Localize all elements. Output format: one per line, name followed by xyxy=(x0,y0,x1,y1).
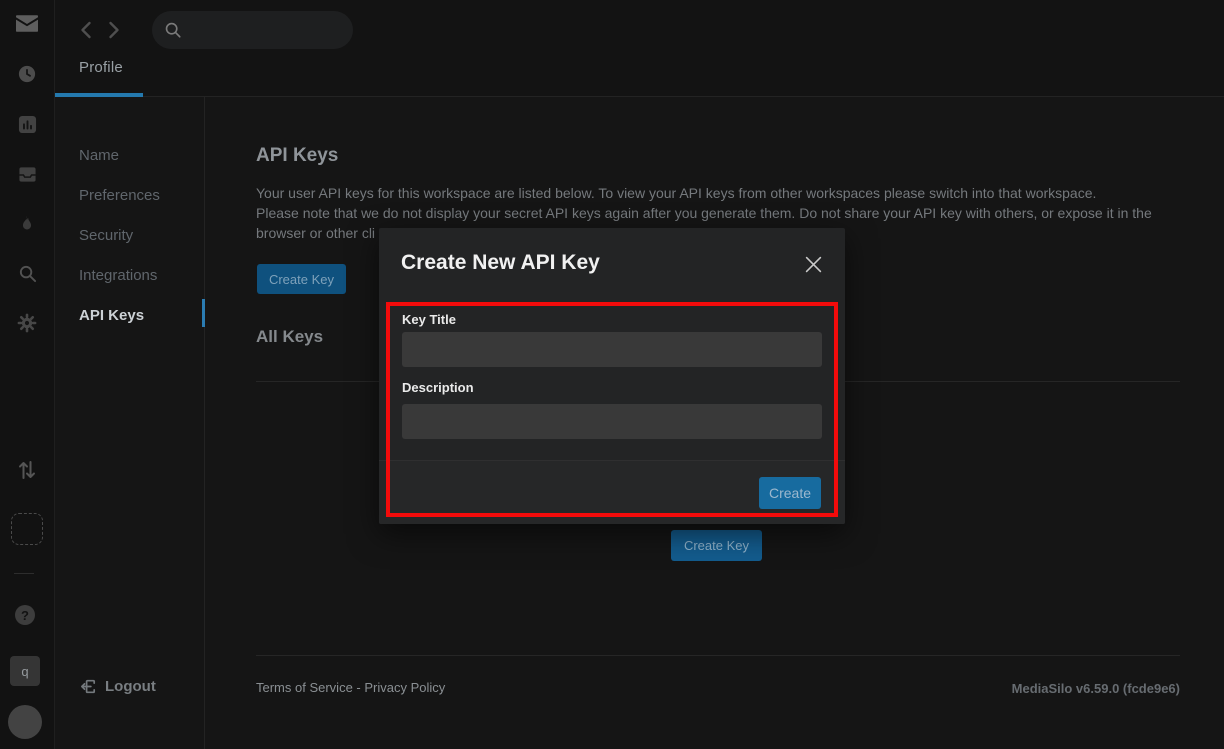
modal-close-button[interactable] xyxy=(803,254,823,274)
gear-icon xyxy=(17,313,37,333)
left-rail: ? q xyxy=(0,0,55,749)
logout-button[interactable]: Logout xyxy=(79,677,156,696)
sidebar-item-api-keys[interactable]: API Keys xyxy=(79,307,144,324)
app-version: MediaSilo v6.59.0 (fcde9e6) xyxy=(1012,681,1180,696)
rail-settings-button[interactable] xyxy=(0,307,54,339)
logout-icon xyxy=(79,677,98,696)
clock-icon xyxy=(18,65,36,83)
bar-chart-icon xyxy=(18,115,37,134)
modal-footer: Create xyxy=(379,460,845,524)
shortcut-q-button[interactable]: q xyxy=(10,656,40,686)
rail-mail-button[interactable] xyxy=(0,8,54,38)
search-bar xyxy=(152,11,353,49)
search-icon xyxy=(164,21,182,39)
rail-recent-button[interactable] xyxy=(0,59,54,89)
shortcut-key-label: q xyxy=(21,664,28,679)
rail-projects-button[interactable] xyxy=(0,159,54,189)
active-item-indicator xyxy=(202,299,205,327)
description-label: Description xyxy=(402,380,474,395)
create-api-key-modal: Create New API Key Key Title Description… xyxy=(379,228,845,524)
all-keys-create-key-button[interactable]: Create Key xyxy=(671,530,762,561)
rail-analytics-button[interactable] xyxy=(0,109,54,139)
description-line-1: Your user API keys for this workspace ar… xyxy=(256,185,1096,201)
footer-separator: - xyxy=(353,680,365,695)
rail-activity-button[interactable] xyxy=(0,209,54,239)
footer-divider xyxy=(256,655,1180,656)
sidebar-item-security[interactable]: Security xyxy=(79,227,133,244)
tab-profile[interactable]: Profile xyxy=(79,59,123,76)
topbar: Profile xyxy=(55,0,1224,97)
page-title: API Keys xyxy=(256,145,338,167)
footer-links: Terms of Service - Privacy Policy xyxy=(256,680,445,695)
nav-back-button[interactable] xyxy=(76,19,96,41)
privacy-policy-link[interactable]: Privacy Policy xyxy=(364,680,445,695)
terms-of-service-link[interactable]: Terms of Service xyxy=(256,680,353,695)
key-title-input[interactable] xyxy=(402,332,822,367)
rail-drop-target[interactable] xyxy=(11,513,43,545)
search-input[interactable] xyxy=(190,21,340,39)
chevron-left-icon xyxy=(80,21,92,39)
rail-search-button[interactable] xyxy=(0,258,54,288)
close-icon xyxy=(805,256,822,273)
user-avatar[interactable] xyxy=(8,705,42,739)
inbox-icon xyxy=(18,165,37,184)
description-line-3: browser or other cli xyxy=(256,225,375,241)
help-button[interactable]: ? xyxy=(15,605,35,625)
rail-divider xyxy=(14,573,34,574)
search-icon xyxy=(18,264,37,283)
rail-transfer-button[interactable] xyxy=(0,455,54,485)
flame-icon xyxy=(18,214,36,234)
question-mark-icon: ? xyxy=(21,608,29,623)
key-title-label: Key Title xyxy=(402,312,456,327)
description-line-2: Please note that we do not display your … xyxy=(256,205,1152,221)
sidebar-item-integrations[interactable]: Integrations xyxy=(79,267,157,284)
modal-title: Create New API Key xyxy=(401,251,600,275)
mail-icon xyxy=(16,15,38,32)
app-window: ? q Profile Name Prefe xyxy=(0,0,1224,749)
profile-sidebar: Name Preferences Security Integrations A… xyxy=(55,97,205,749)
logout-label: Logout xyxy=(105,678,156,695)
sidebar-item-name[interactable]: Name xyxy=(79,147,119,164)
chevron-right-icon xyxy=(108,21,120,39)
nav-forward-button[interactable] xyxy=(104,19,124,41)
create-key-button[interactable]: Create Key xyxy=(257,264,346,294)
modal-create-button[interactable]: Create xyxy=(759,477,821,509)
sidebar-item-preferences[interactable]: Preferences xyxy=(79,187,160,204)
sort-arrows-icon xyxy=(17,458,37,482)
description-input[interactable] xyxy=(402,404,822,439)
all-keys-title: All Keys xyxy=(256,327,323,347)
